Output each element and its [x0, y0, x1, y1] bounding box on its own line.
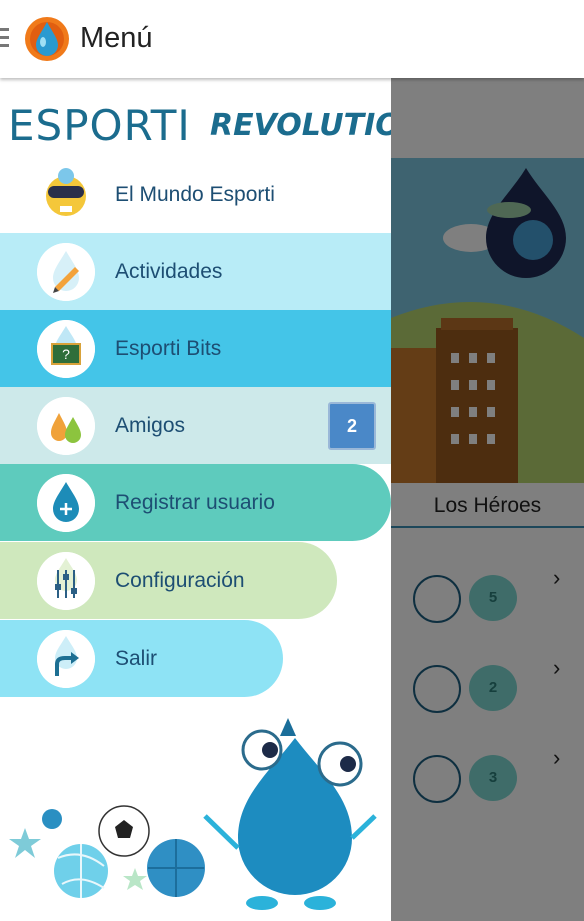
- exit-arrow-icon: [37, 630, 95, 688]
- add-user-drop-icon: [37, 474, 95, 532]
- app-bar: Menú: [0, 0, 584, 78]
- menu-item-label: Registrar usuario: [115, 491, 275, 514]
- menu-item-mundo-esporti[interactable]: El Mundo Esporti: [0, 156, 391, 233]
- navigation-drawer: ESPORTI REVOLUTION El Mundo Esporti Acti…: [0, 78, 391, 921]
- menu-item-configuracion[interactable]: Configuración: [0, 542, 337, 619]
- blackboard-question-icon: ?: [37, 320, 95, 378]
- menu-item-registrar-usuario[interactable]: Registrar usuario: [0, 464, 391, 541]
- menu-item-label: El Mundo Esporti: [115, 183, 275, 206]
- menu-item-label: Amigos: [115, 414, 186, 437]
- page-title: Menú: [80, 22, 153, 54]
- svg-text:?: ?: [62, 346, 70, 362]
- settings-sliders-icon: [37, 552, 95, 610]
- menu-item-label: Configuración: [115, 569, 245, 592]
- logo-subword: REVOLUTION: [210, 108, 391, 143]
- friends-count-badge: 2: [328, 402, 376, 450]
- menu-item-label: Salir: [115, 647, 158, 670]
- logo-word: ESPORTI: [8, 101, 191, 150]
- menu-item-esporti-bits[interactable]: ? Esporti Bits: [0, 310, 391, 387]
- esporti-logo: ESPORTI REVOLUTION: [0, 78, 391, 156]
- menu-item-amigos[interactable]: Amigos 2: [0, 387, 391, 464]
- menu-item-label: Esporti Bits: [115, 337, 222, 360]
- character-mask-icon: [46, 168, 86, 216]
- menu-item-actividades[interactable]: Actividades: [0, 233, 391, 310]
- pencil-drop-icon: [37, 243, 95, 301]
- mascot-illustration: [9, 718, 377, 910]
- menu-item-salir[interactable]: Salir: [0, 620, 283, 697]
- friends-drops-icon: [37, 397, 95, 455]
- menu-item-label: Actividades: [115, 260, 223, 283]
- hamburger-icon[interactable]: [0, 28, 9, 52]
- app-logo-icon[interactable]: [24, 16, 70, 62]
